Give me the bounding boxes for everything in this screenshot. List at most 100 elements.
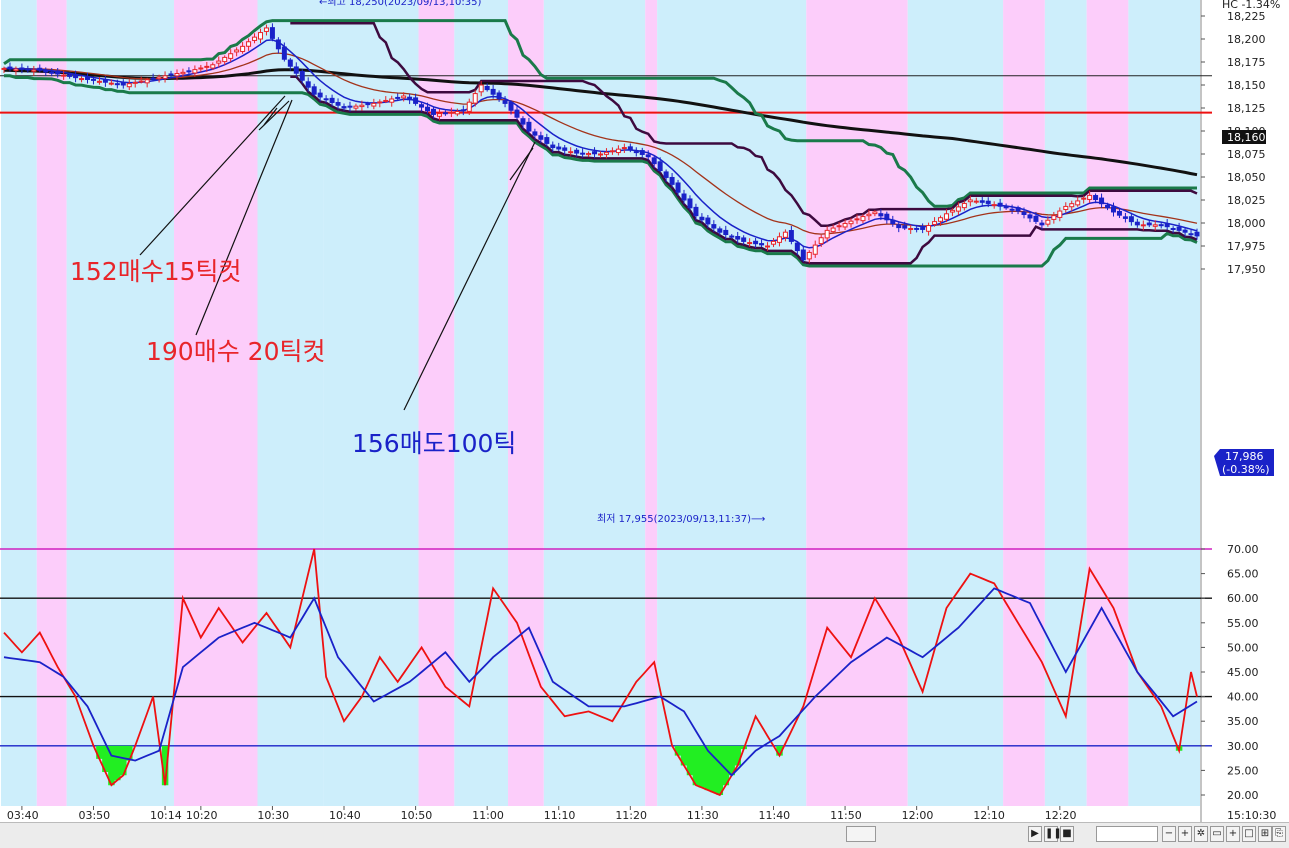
candle-body <box>454 110 460 115</box>
time-tick-label: 12:00 <box>902 809 934 822</box>
candle-body <box>788 230 794 242</box>
price-tick-label: 18,050 <box>1227 171 1266 184</box>
stock-chart[interactable]: 18,22518,20018,17518,15018,12518,10018,0… <box>0 0 1289 848</box>
plus-icon[interactable]: + <box>1226 826 1240 842</box>
candle-body <box>472 93 478 104</box>
candle-body <box>902 225 908 229</box>
current-price-label: 17,986 <box>1225 450 1264 463</box>
candle-body <box>204 65 210 68</box>
candle-body <box>1033 215 1039 222</box>
candle-body <box>1176 226 1182 231</box>
candle-body <box>1194 231 1200 237</box>
candle-body <box>25 68 31 71</box>
candle-body <box>586 153 592 156</box>
session-band <box>907 0 1004 806</box>
candle-body <box>675 182 681 193</box>
candle-body <box>252 36 258 41</box>
candle-body <box>1051 215 1057 220</box>
candle-body <box>114 83 120 86</box>
candle-body <box>1009 208 1015 211</box>
candle-body <box>1 67 7 70</box>
price-tick-label: 18,125 <box>1227 102 1266 115</box>
candle-body <box>782 231 788 238</box>
candle-body <box>1081 197 1087 200</box>
candle-body <box>7 66 13 70</box>
osc-tick-label: 40.00 <box>1227 691 1259 704</box>
candle-body <box>210 64 216 69</box>
candle-body <box>389 98 395 103</box>
candle-body <box>1045 219 1051 225</box>
candle-body <box>13 68 19 72</box>
osc-tick-label: 35.00 <box>1227 715 1259 728</box>
settings-icon[interactable]: ✲ <box>1194 826 1208 842</box>
time-tick-label: 12:10 <box>973 809 1005 822</box>
candle-body <box>150 77 156 80</box>
candle-body <box>1015 207 1021 212</box>
candle-body <box>168 73 174 76</box>
candle-body <box>770 240 776 245</box>
candle-body <box>806 251 812 260</box>
horizontal-scroll-thumb[interactable] <box>846 826 876 842</box>
candle-body <box>323 98 329 101</box>
time-tick-label: 11:20 <box>615 809 647 822</box>
pause-icon[interactable]: ❚❚ <box>1044 826 1062 842</box>
window-icon[interactable]: □ <box>1242 826 1256 842</box>
candle-body <box>824 229 830 239</box>
candle-body <box>598 153 603 156</box>
time-tick-label: 10:50 <box>401 809 433 822</box>
candle-body <box>293 66 299 74</box>
session-band <box>657 0 807 806</box>
price-tick-label: 18,075 <box>1227 148 1266 161</box>
candle-body <box>973 200 979 203</box>
candle-body <box>759 243 765 246</box>
candle-body <box>580 152 586 155</box>
candle-body <box>263 27 269 32</box>
candle-body <box>478 84 484 93</box>
candle-body <box>305 81 311 88</box>
time-tick-label: 10:20 <box>186 809 218 822</box>
candle-body <box>1057 210 1063 218</box>
candle-body <box>1093 195 1099 201</box>
candle-body <box>812 244 818 255</box>
candle-body <box>967 199 973 203</box>
candle-body <box>765 245 771 248</box>
candle-body <box>257 32 263 40</box>
candle-body <box>329 97 335 103</box>
osc-tick-label: 45.00 <box>1227 666 1259 679</box>
candle-body <box>234 49 240 53</box>
candle-body <box>574 149 580 154</box>
candle-body <box>997 202 1003 207</box>
candle-body <box>526 121 532 132</box>
zoom-slider[interactable] <box>1096 826 1158 842</box>
candle-body <box>430 108 436 115</box>
expand-icon[interactable]: ▭ <box>1210 826 1224 842</box>
low-annotation: 최저 17,955(2023/09/13,11:37)⟶ <box>597 513 765 525</box>
candle-body <box>556 146 562 150</box>
zoom-in-icon[interactable]: + <box>1178 826 1192 842</box>
candle-body <box>1116 210 1122 216</box>
play-icon[interactable]: ▶ <box>1028 826 1042 842</box>
stop-icon[interactable]: ■ <box>1060 826 1074 842</box>
osc-tick-label: 25.00 <box>1227 764 1259 777</box>
zoom-out-icon[interactable]: − <box>1162 826 1176 842</box>
candle-body <box>592 151 598 155</box>
candle-body <box>96 80 102 83</box>
export-icon[interactable]: ⎘ <box>1272 826 1286 842</box>
candle-body <box>723 229 729 235</box>
candle-body <box>985 200 991 204</box>
candle-body <box>1152 224 1158 227</box>
price-tick-label: 18,025 <box>1227 194 1266 207</box>
session-band <box>645 0 658 806</box>
candle-body <box>311 86 317 95</box>
candle-body <box>407 96 413 101</box>
candle-body <box>991 204 997 207</box>
candle-body <box>1099 197 1105 205</box>
candle-body <box>836 225 842 228</box>
candle-body <box>275 39 281 50</box>
candle-body <box>341 106 347 109</box>
tile-icon[interactable]: ⊞ <box>1258 826 1272 842</box>
candle-body <box>538 135 544 140</box>
chart-canvas[interactable]: 18,22518,20018,17518,15018,12518,10018,0… <box>0 0 1289 847</box>
candle-body <box>609 150 615 153</box>
osc-tick-label: 70.00 <box>1227 543 1259 556</box>
